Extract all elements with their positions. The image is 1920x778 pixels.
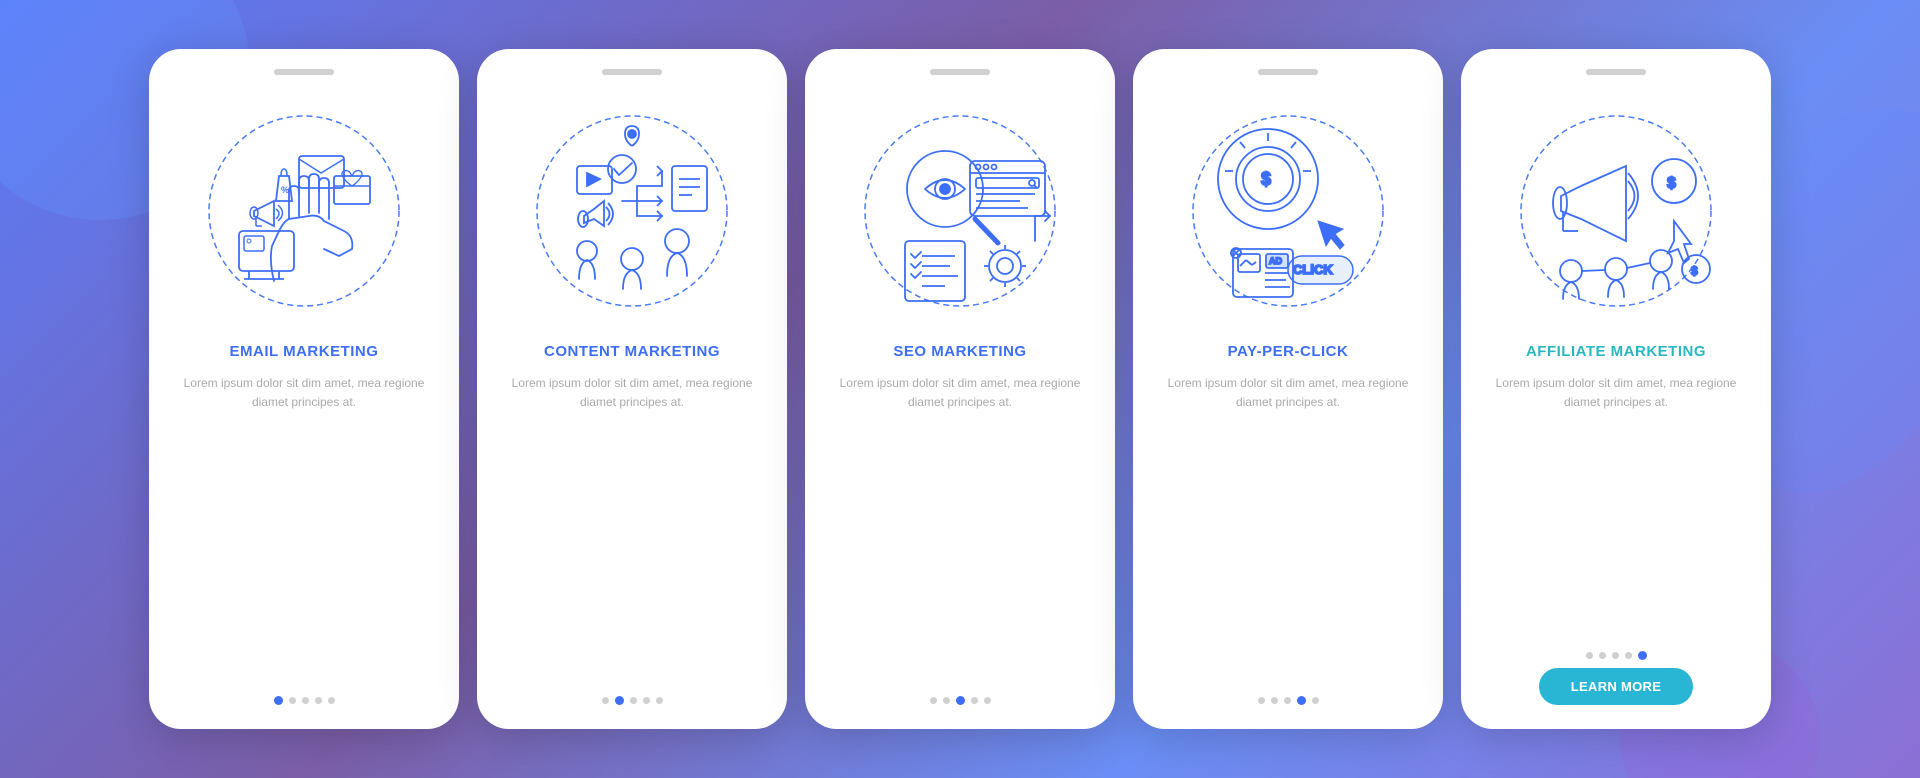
affiliate-marketing-illustration: $ $ [1496,91,1736,331]
card-dots-seo [930,688,991,705]
dot-4e [1625,652,1632,659]
dot-1e [1586,652,1593,659]
card-title-email: EMAIL MARKETING [230,343,379,360]
svg-text:$: $ [1667,175,1676,192]
card-email-marketing: % EMAIL MARKETING Lorem ipsum dolor sit … [149,49,459,729]
content-marketing-illustration [512,91,752,331]
dot-1d [1258,697,1265,704]
card-body-seo: Lorem ipsum dolor sit dim amet, mea regi… [829,374,1091,412]
dot-5e [1638,651,1647,660]
card-dots-content [602,688,663,705]
dot-2 [289,697,296,704]
pay-per-click-illustration: $ CLiCK [1168,91,1408,331]
dot-4 [315,697,322,704]
card-title-content: CONTENT MARKETING [544,343,720,360]
dot-2b [615,696,624,705]
dot-4b [643,697,650,704]
dot-3e [1612,652,1619,659]
dot-1c [930,697,937,704]
dot-5d [1312,697,1319,704]
card-dots-email [274,688,335,705]
dot-3c [956,696,965,705]
phone-notch-4 [1258,69,1318,75]
dot-3 [302,697,309,704]
dot-5b [656,697,663,704]
dot-2c [943,697,950,704]
phone-notch-5 [1586,69,1646,75]
phone-notch [274,69,334,75]
dot-4c [971,697,978,704]
dot-3d [1284,697,1291,704]
dot-2d [1271,697,1278,704]
card-body-content: Lorem ipsum dolor sit dim amet, mea regi… [501,374,763,412]
learn-more-button[interactable]: LEARN MORE [1539,668,1693,705]
card-affiliate-marketing: $ $ AFFILIA [1461,49,1771,729]
card-title-affiliate: AFFILIATE MARKETING [1526,343,1706,360]
card-title-ppc: PAY-PER-CLICK [1228,343,1349,360]
card-body-ppc: Lorem ipsum dolor sit dim amet, mea regi… [1157,374,1419,412]
card-pay-per-click: $ CLiCK [1133,49,1443,729]
dot-1 [274,696,283,705]
card-body-affiliate: Lorem ipsum dolor sit dim amet, mea regi… [1485,374,1747,412]
dot-5c [984,697,991,704]
card-content-marketing: CONTENT MARKETING Lorem ipsum dolor sit … [477,49,787,729]
dot-1b [602,697,609,704]
dot-2e [1599,652,1606,659]
card-body-email: Lorem ipsum dolor sit dim amet, mea regi… [173,374,435,412]
svg-text:AD: AD [1269,256,1282,266]
phone-notch-2 [602,69,662,75]
cards-container: % EMAIL MARKETING Lorem ipsum dolor sit … [109,19,1811,759]
svg-text:CLiCK: CLiCK [1293,262,1333,277]
svg-text:$: $ [1691,264,1698,278]
card-title-seo: SEO MARKETING [893,343,1026,360]
phone-notch-3 [930,69,990,75]
email-marketing-illustration: % [184,91,424,331]
dot-5 [328,697,335,704]
seo-marketing-illustration [840,91,1080,331]
svg-text:$: $ [1261,169,1271,189]
card-dots-affiliate [1586,643,1647,660]
dot-3b [630,697,637,704]
card-dots-ppc [1258,688,1319,705]
card-seo-marketing: SEO MARKETING Lorem ipsum dolor sit dim … [805,49,1115,729]
svg-text:%: % [281,185,289,195]
dot-4d [1297,696,1306,705]
